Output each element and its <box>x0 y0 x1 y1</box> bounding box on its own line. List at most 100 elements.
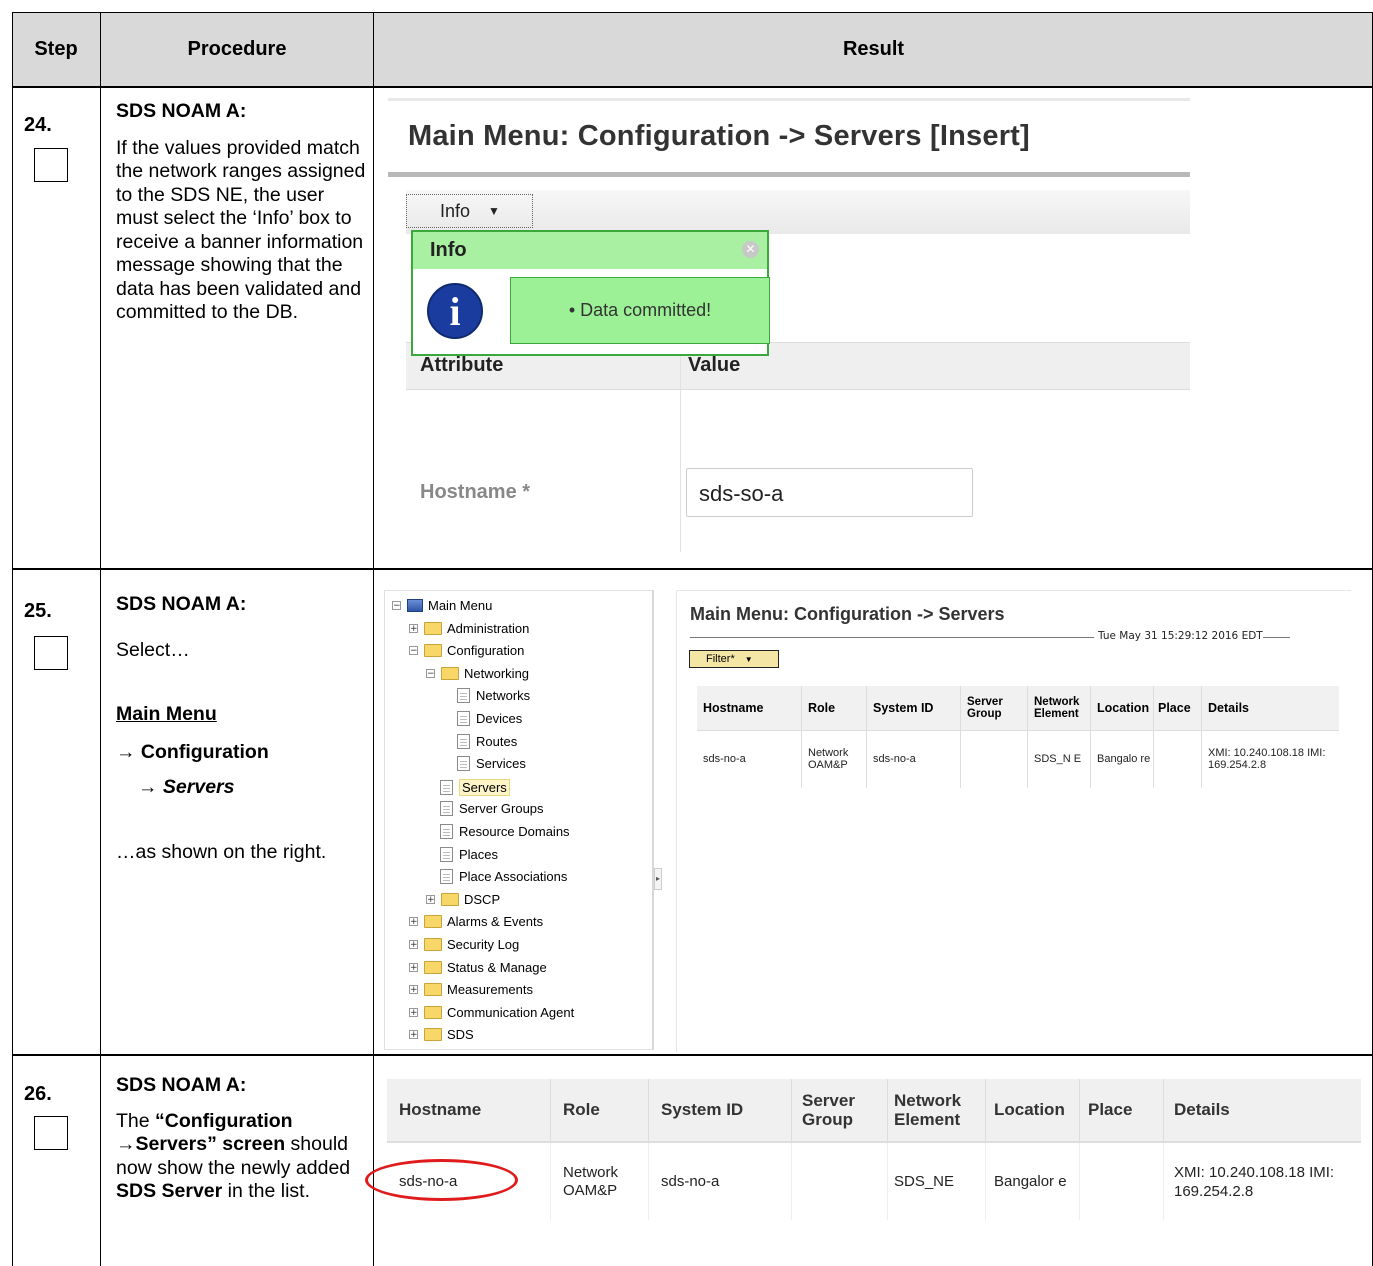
tree-item-dscp[interactable]: + DSCP <box>426 892 500 907</box>
tree-item-sds[interactable]: + SDS <box>409 1027 474 1042</box>
value-header: Value <box>688 354 741 376</box>
step-title: SDS NOAM A: <box>116 1074 247 1096</box>
table-row[interactable]: sds-no-a Network OAM&P sds-no-a SDS_N E … <box>697 730 1339 788</box>
tree-item-status-manage[interactable]: + Status & Manage <box>409 960 547 975</box>
filter-button[interactable]: Filter* ▼ <box>689 650 779 668</box>
page-icon <box>440 846 453 862</box>
chevron-down-icon: ▼ <box>488 204 500 218</box>
expand-icon[interactable]: + <box>409 1030 418 1040</box>
grid-line <box>12 86 1373 88</box>
tree-item-label: Networking <box>464 665 530 681</box>
procedure-text: SDS NOAM A: Select… Main Menu → Configur… <box>116 593 366 864</box>
hostname-label: Hostname * <box>420 481 531 503</box>
tree-item-label: Servers <box>459 778 510 796</box>
tree-item-networks[interactable]: Networks <box>457 688 531 704</box>
tree-item-place-associations[interactable]: Place Associations <box>440 869 567 885</box>
tree-item-networking[interactable]: − Networking <box>426 666 529 681</box>
expand-icon[interactable]: + <box>409 940 418 950</box>
column-header[interactable]: Role <box>801 686 867 730</box>
page-icon <box>440 869 453 885</box>
info-button-label: Info <box>440 200 471 221</box>
tree-item-resource-domains[interactable]: Resource Domains <box>440 824 570 839</box>
close-icon[interactable]: ✕ <box>742 241 759 258</box>
tree-item-label: SDS <box>447 1027 474 1043</box>
step-checkbox[interactable] <box>34 636 68 670</box>
column-header[interactable]: Hostname <box>387 1079 551 1142</box>
top-rule <box>388 98 1190 101</box>
column-header[interactable]: Network Element <box>1027 686 1091 730</box>
tree-item-communication-agent[interactable]: + Communication Agent <box>409 1005 574 1020</box>
header-result: Result <box>842 38 905 60</box>
page-icon <box>457 756 470 772</box>
tree-item-label: Main Menu <box>428 598 493 613</box>
cell-network-element: SDS_NE <box>887 1142 986 1220</box>
folder-icon <box>424 960 442 974</box>
step-description: If the values provided match the network… <box>116 136 366 324</box>
tree-item-label: Security Log <box>447 937 520 952</box>
column-header[interactable]: Details <box>1202 686 1340 730</box>
tree-item-measurements[interactable]: + Measurements <box>409 982 533 997</box>
column-header[interactable]: Server Group <box>791 1079 888 1142</box>
column-header[interactable]: Hostname <box>697 686 802 730</box>
column-header[interactable]: Server Group <box>960 686 1028 730</box>
menu-path-servers: → Servers <box>138 776 235 798</box>
grid-line <box>100 12 101 1266</box>
tree-item-server-groups[interactable]: Server Groups <box>440 801 544 817</box>
grid-line <box>12 12 1373 13</box>
table-row[interactable]: sds-no-a Network OAM&P sds-no-a SDS_NE B… <box>365 1142 1361 1220</box>
column-header[interactable]: System ID <box>648 1079 792 1142</box>
tree-item-alarms-events[interactable]: + Alarms & Events <box>409 914 543 929</box>
panel-splitter[interactable]: ▸ <box>654 868 662 890</box>
info-icon: i <box>427 283 483 339</box>
expand-icon[interactable]: + <box>409 917 418 927</box>
step-checkbox[interactable] <box>34 148 68 182</box>
tree-item-label: Networks <box>476 688 531 704</box>
step-select-text: Select… <box>116 638 190 661</box>
collapse-icon[interactable]: − <box>426 668 435 678</box>
expand-icon[interactable]: + <box>409 985 418 995</box>
column-header[interactable]: Place <box>1079 1079 1164 1142</box>
tree-item-routes[interactable]: Routes <box>457 733 517 749</box>
tree-item-security-log[interactable]: + Security Log <box>409 937 519 952</box>
tree-item-label: Measurements <box>447 982 533 998</box>
servers-table: Hostname Role System ID Server Group Net… <box>365 1079 1362 1220</box>
expand-icon[interactable]: + <box>409 1007 418 1017</box>
servers-table-wrapper: Hostname Role System ID Server Group Net… <box>697 686 1339 788</box>
expand-icon[interactable]: + <box>426 894 435 904</box>
expand-icon[interactable]: + <box>409 962 418 972</box>
tree-item-devices[interactable]: Devices <box>457 711 522 726</box>
page-icon <box>440 824 453 839</box>
menu-tree-panel <box>384 590 654 1050</box>
page-icon <box>457 688 470 704</box>
hostname-field[interactable]: sds-so-a <box>686 468 973 517</box>
tree-item-places[interactable]: Places <box>440 846 498 862</box>
step-number: 24. <box>24 114 52 136</box>
info-popup: Info ✕ i • Data committed! <box>411 230 770 356</box>
expand-icon[interactable]: + <box>409 623 418 633</box>
column-header[interactable]: Network Element <box>887 1079 986 1142</box>
info-button[interactable]: Info ▼ <box>406 194 533 228</box>
tree-item-servers[interactable]: Servers <box>440 778 510 796</box>
column-header[interactable]: Location <box>1090 686 1154 730</box>
column-header[interactable]: Details <box>1164 1079 1362 1142</box>
procedure-text: SDS NOAM A: If the values provided match… <box>116 100 366 325</box>
tree-item-main-menu[interactable]: − Main Menu <box>392 598 492 613</box>
column-header[interactable]: Role <box>550 1079 649 1142</box>
tree-item-label: Configuration <box>447 643 525 659</box>
header-step: Step <box>34 38 78 60</box>
cell-details: XMI: 10.240.108.18 IMI: 169.254.2.8 <box>1174 1163 1335 1200</box>
column-header[interactable]: Place <box>1153 686 1202 730</box>
column-header[interactable]: Location <box>985 1079 1080 1142</box>
tree-item-services[interactable]: Services <box>457 756 526 772</box>
collapse-icon[interactable]: − <box>409 646 418 656</box>
cell-place <box>1079 1142 1164 1220</box>
filter-label: Filter* <box>706 653 735 665</box>
page-icon <box>457 733 470 749</box>
header-procedure: Procedure <box>187 38 287 60</box>
step-after-text: …as shown on the right. <box>116 840 327 863</box>
column-header[interactable]: System ID <box>866 686 961 730</box>
step-checkbox[interactable] <box>34 1116 68 1150</box>
tree-item-configuration[interactable]: − Configuration <box>409 643 524 658</box>
tree-item-administration[interactable]: + Administration <box>409 621 529 636</box>
collapse-icon[interactable]: − <box>392 601 401 611</box>
